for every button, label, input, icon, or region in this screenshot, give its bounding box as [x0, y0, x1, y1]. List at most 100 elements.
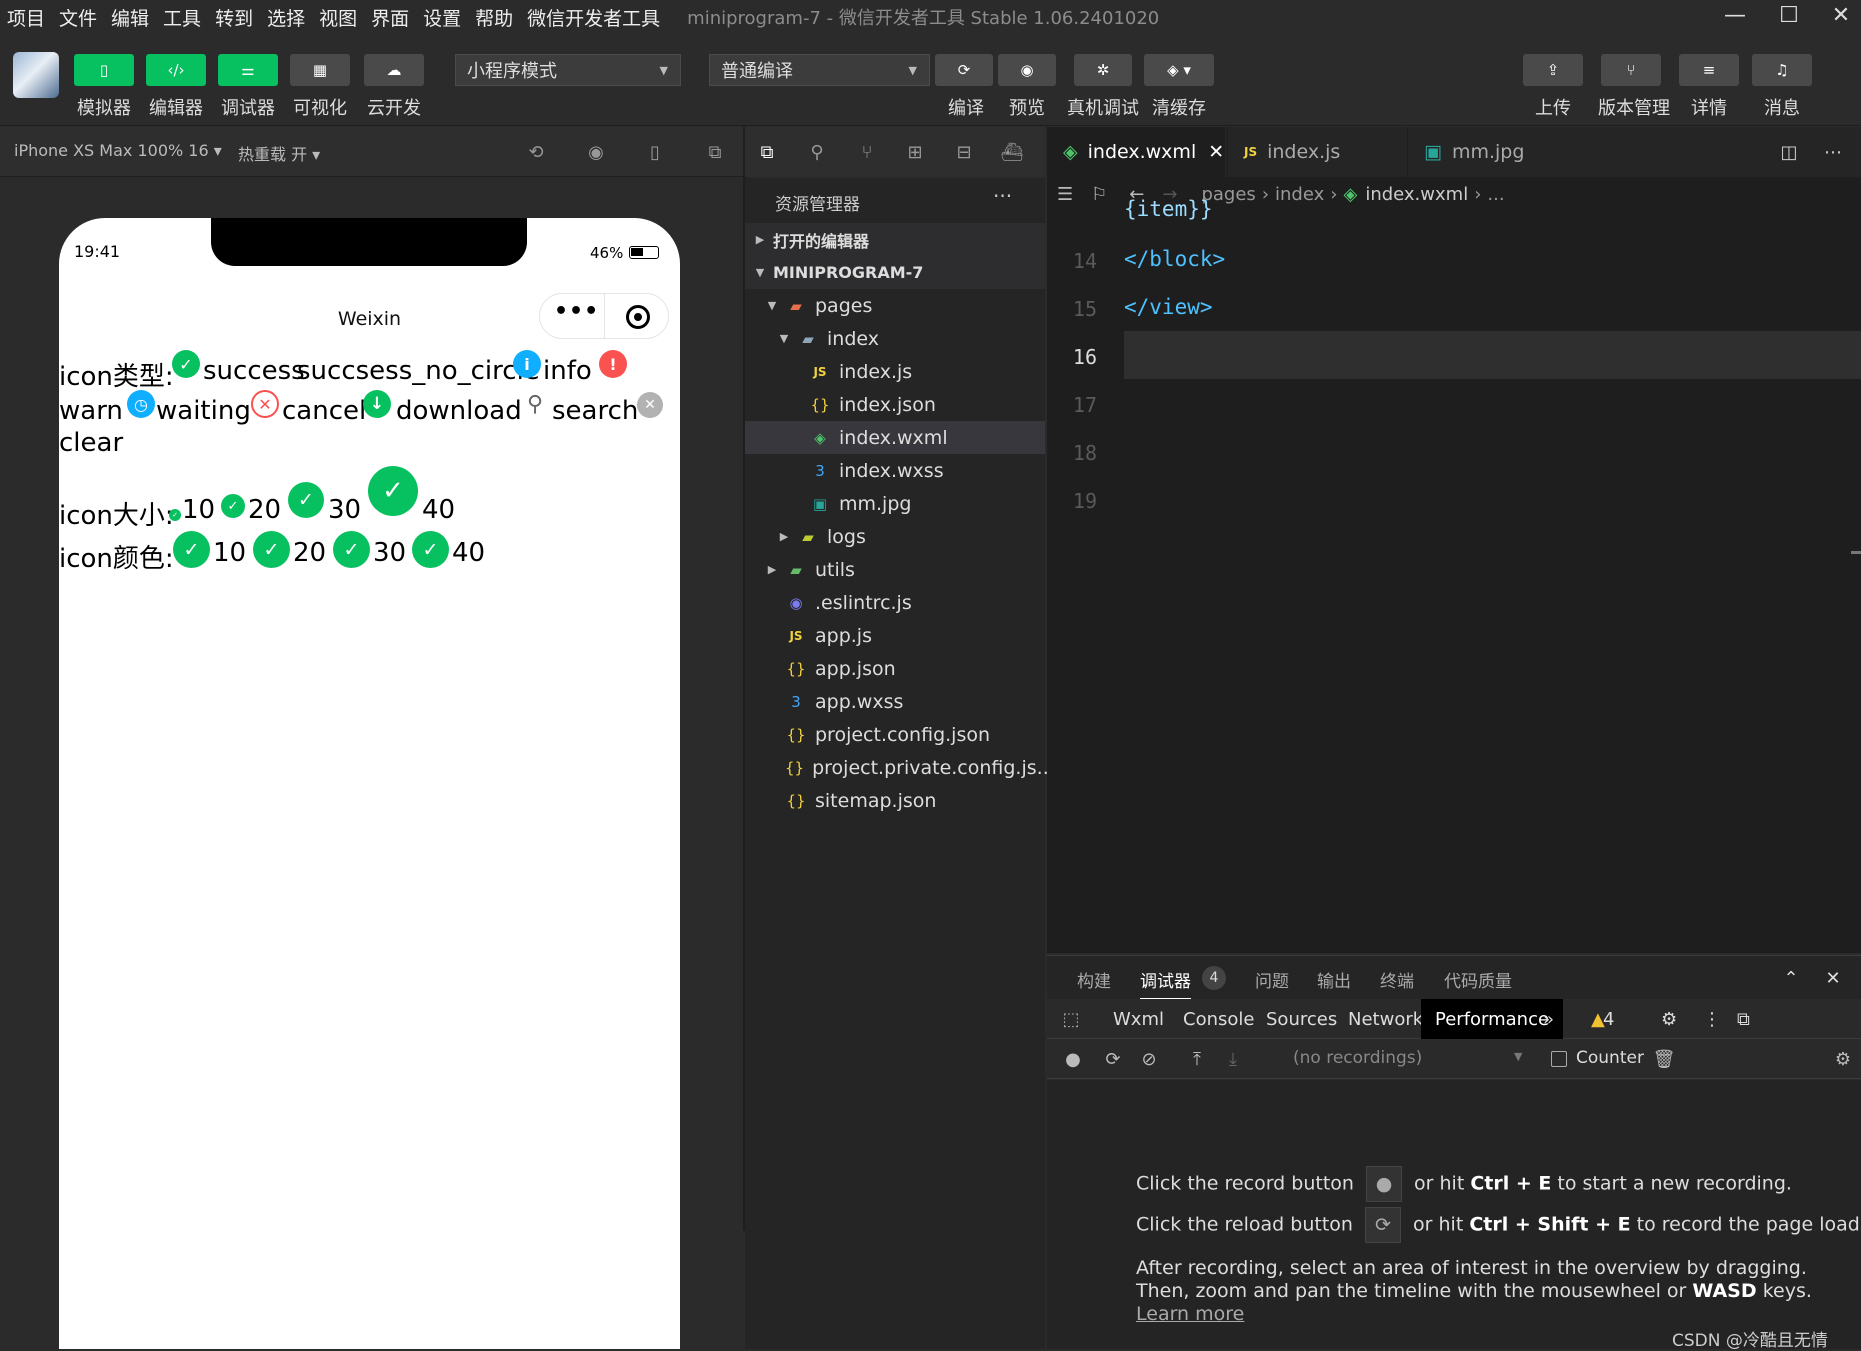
- clear-cache-button[interactable]: ◈ ▾: [1144, 54, 1214, 86]
- recordings-select[interactable]: (no recordings): [1293, 1048, 1422, 1068]
- counter-checkbox[interactable]: [1551, 1051, 1567, 1067]
- more-actions-icon[interactable]: ⋯: [1821, 140, 1845, 164]
- close-icon[interactable]: ✕: [1208, 141, 1224, 163]
- extensions-icon[interactable]: ⊞: [903, 140, 927, 164]
- hot-reload-select[interactable]: 热重载 开 ▾: [238, 141, 320, 165]
- compile-button[interactable]: ⟳: [935, 54, 993, 86]
- compile-select[interactable]: 普通编译 ▼: [709, 54, 930, 86]
- menu-goto[interactable]: 转到: [208, 4, 260, 31]
- visual-toggle-button[interactable]: ▦: [290, 54, 350, 86]
- project-section[interactable]: ▼ MINIPROGRAM-7: [745, 256, 1045, 289]
- close-miniprogram-icon[interactable]: [626, 305, 650, 329]
- messages-button[interactable]: ♫: [1752, 54, 1812, 86]
- tab-output[interactable]: 输出: [1317, 967, 1351, 992]
- tab-code-quality[interactable]: 代码质量: [1444, 967, 1512, 992]
- code-editor[interactable]: {item}} 14 </block> 15 </view> 16 17 18 …: [1047, 197, 1861, 953]
- docker-icon[interactable]: ⛴: [1000, 140, 1024, 164]
- search-icon[interactable]: ⚲: [805, 140, 829, 164]
- trash-icon[interactable]: 🗑: [1652, 1047, 1676, 1071]
- detach-window-icon[interactable]: ⧉: [703, 140, 727, 164]
- tree-item-project-private-config[interactable]: {} project.private.config.js...: [745, 751, 1055, 784]
- files-icon[interactable]: ⧉: [755, 140, 779, 164]
- breadcrumb-index[interactable]: index: [1275, 184, 1324, 205]
- source-control-icon[interactable]: ⑂: [855, 140, 879, 164]
- gear-icon[interactable]: ⚙: [1647, 999, 1691, 1039]
- tree-item-index-wxss[interactable]: 3 index.wxss: [745, 454, 1045, 487]
- avatar[interactable]: [13, 52, 59, 98]
- tab-index-wxml[interactable]: ◈ index.wxml ✕: [1047, 127, 1225, 177]
- version-button[interactable]: ⑂: [1601, 54, 1661, 86]
- device-select[interactable]: iPhone XS Max 100% 16 ▾: [14, 141, 222, 160]
- tree-item-index-json[interactable]: {} index.json: [745, 388, 1045, 421]
- more-tabs-icon[interactable]: »: [1529, 999, 1568, 1039]
- tab-index-js[interactable]: JS index.js: [1227, 127, 1405, 177]
- tree-item-app-js[interactable]: JS app.js: [745, 619, 1045, 652]
- menu-settings[interactable]: 设置: [416, 4, 468, 31]
- upload-icon[interactable]: ⤒: [1185, 1047, 1209, 1071]
- more-actions-icon[interactable]: ···: [993, 184, 1012, 208]
- upload-button[interactable]: ⇪: [1523, 54, 1583, 86]
- breadcrumb-file[interactable]: index.wxml: [1365, 184, 1468, 205]
- tree-item-logs[interactable]: ▶ ▰ logs: [745, 520, 1045, 553]
- tree-item-pages[interactable]: ▼ ▰ pages: [745, 289, 1045, 322]
- tab-wxml[interactable]: Wxml: [1099, 999, 1178, 1039]
- menu-view[interactable]: 视图: [312, 4, 364, 31]
- tree-item-index-folder[interactable]: ▼ ▰ index: [745, 322, 1045, 355]
- tree-item-eslintrc[interactable]: ◉ .eslintrc.js: [745, 586, 1045, 619]
- record-button-icon[interactable]: ●: [1365, 1166, 1402, 1202]
- tab-problems[interactable]: 问题: [1255, 967, 1289, 992]
- split-editor-icon[interactable]: ◫: [1777, 140, 1801, 164]
- tree-item-sitemap[interactable]: {} sitemap.json: [745, 784, 1045, 817]
- layout-icon[interactable]: ⊟: [952, 140, 976, 164]
- phone-icon[interactable]: ▯: [643, 140, 667, 164]
- reload-button-icon[interactable]: ⟳: [1364, 1207, 1401, 1243]
- tree-item-mm-jpg[interactable]: ▣ mm.jpg: [745, 487, 1045, 520]
- tree-item-app-json[interactable]: {} app.json: [745, 652, 1045, 685]
- menu-edit[interactable]: 编辑: [104, 4, 156, 31]
- close-icon[interactable]: ✕: [1821, 966, 1845, 990]
- menu-tools[interactable]: 工具: [156, 4, 208, 31]
- breadcrumb-symbol[interactable]: ...: [1487, 184, 1504, 205]
- simulator-toggle-button[interactable]: ▯: [74, 54, 134, 86]
- record-icon[interactable]: ◉: [584, 140, 608, 164]
- debugger-toggle-button[interactable]: ⚌: [218, 54, 278, 86]
- menu-help[interactable]: 帮助: [468, 4, 520, 31]
- warning-count[interactable]: 4: [1599, 999, 1628, 1039]
- tab-terminal[interactable]: 终端: [1380, 967, 1414, 992]
- learn-more-link[interactable]: Learn more: [1136, 1303, 1244, 1325]
- undock-icon[interactable]: ⧉: [1723, 999, 1764, 1039]
- open-editors-section[interactable]: ▶ 打开的编辑器: [745, 223, 1045, 256]
- list-icon[interactable]: ☰: [1057, 184, 1073, 205]
- cloud-button[interactable]: ☁: [364, 54, 424, 86]
- menu-file[interactable]: 文件: [52, 4, 104, 31]
- tab-debugger[interactable]: 调试器: [1140, 967, 1191, 1000]
- close-window-icon[interactable]: ✕: [1818, 0, 1861, 30]
- tab-build[interactable]: 构建: [1077, 967, 1111, 992]
- tab-mm-jpg[interactable]: ▣ mm.jpg: [1407, 127, 1585, 177]
- menu-project[interactable]: 项目: [0, 4, 52, 31]
- tree-item-index-js[interactable]: JS index.js: [745, 355, 1045, 388]
- preview-button[interactable]: ◉: [998, 54, 1056, 86]
- tree-item-utils[interactable]: ▶ ▰ utils: [745, 553, 1045, 586]
- clear-icon[interactable]: ⊘: [1137, 1047, 1161, 1071]
- menu-select[interactable]: 选择: [260, 4, 312, 31]
- tree-item-app-wxss[interactable]: 3 app.wxss: [745, 685, 1045, 718]
- rotate-icon[interactable]: ⟲: [524, 140, 548, 164]
- download-icon[interactable]: ⤓: [1221, 1047, 1245, 1071]
- editor-toggle-button[interactable]: ‹/›: [146, 54, 206, 86]
- minimize-icon[interactable]: —: [1712, 0, 1758, 30]
- details-button[interactable]: ≡: [1679, 54, 1739, 86]
- maximize-icon[interactable]: ☐: [1766, 0, 1812, 30]
- remote-debug-button[interactable]: ✲: [1074, 54, 1132, 86]
- gear-icon[interactable]: ⚙: [1831, 1047, 1855, 1071]
- tree-item-index-wxml[interactable]: ◈ index.wxml: [745, 421, 1045, 454]
- inspect-element-icon[interactable]: ⬚: [1059, 1007, 1083, 1031]
- menu-devtools[interactable]: 微信开发者工具: [520, 4, 667, 31]
- tree-item-project-config[interactable]: {} project.config.json: [745, 718, 1045, 751]
- record-icon[interactable]: ●: [1061, 1047, 1085, 1071]
- more-dots-icon[interactable]: •••: [554, 299, 599, 324]
- menu-interface[interactable]: 界面: [364, 4, 416, 31]
- reload-record-icon[interactable]: ⟳: [1101, 1047, 1125, 1071]
- mode-select[interactable]: 小程序模式 ▼: [455, 54, 681, 86]
- bookmark-icon[interactable]: ⚐: [1091, 184, 1107, 205]
